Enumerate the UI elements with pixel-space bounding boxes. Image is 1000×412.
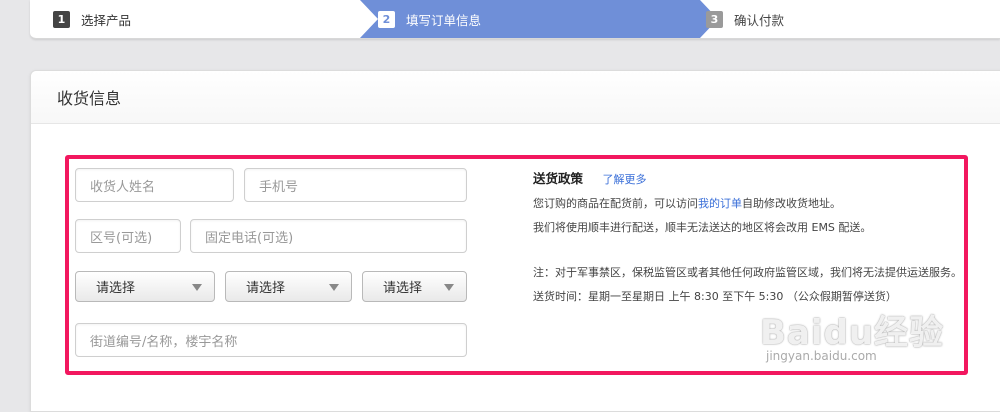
- step-label: 确认付款: [734, 12, 785, 28]
- section-title: 收货信息: [31, 71, 1000, 124]
- step-select-product[interactable]: 1 选择产品: [53, 0, 383, 38]
- step-confirm-payment[interactable]: 3 确认付款: [706, 0, 784, 38]
- step-number: 2: [378, 10, 395, 28]
- watermark-brand: Baidu经验: [760, 313, 945, 353]
- checkout-steps: 1 选择产品 2 填写订单信息 3 确认付款: [30, 0, 1000, 39]
- baidu-watermark-logo: Baidu经验 jingyan.baidu.com: [760, 305, 945, 363]
- step-number: 1: [53, 10, 70, 28]
- watermark-url: jingyan.baidu.com: [766, 349, 877, 363]
- step-label: 填写订单信息: [406, 12, 482, 28]
- step-fill-order[interactable]: 2 填写订单信息: [378, 0, 481, 38]
- step-label: 选择产品: [81, 12, 132, 28]
- step-number: 3: [706, 10, 723, 28]
